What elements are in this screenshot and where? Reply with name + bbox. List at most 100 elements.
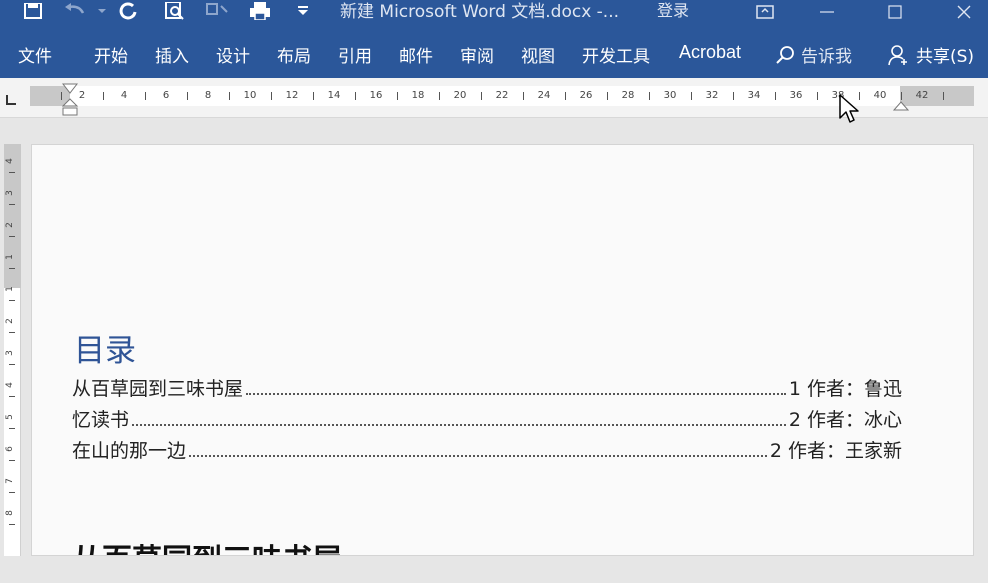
vertical-ruler-label: 1 [4, 254, 15, 260]
tab-stop-selector-icon[interactable] [4, 92, 18, 106]
toc-entry-page: 2 作者：冰心 [788, 409, 902, 431]
tab-file[interactable]: 文件 [18, 42, 52, 67]
toc-entry-page: 2 作者：王家新 [769, 440, 902, 462]
ruler-label: 4 [120, 90, 128, 101]
ruler-tick [103, 92, 104, 100]
right-indent-marker[interactable] [892, 98, 910, 117]
vertical-ruler-label: 4 [4, 158, 15, 164]
save-icon[interactable] [22, 0, 44, 22]
ruler-tick [817, 92, 818, 100]
vertical-ruler-tick [9, 460, 15, 461]
ruler-tick [187, 92, 188, 100]
vertical-ruler-tick [9, 300, 15, 301]
ruler-label: 14 [327, 90, 341, 101]
toc-heading: 目录 [74, 333, 136, 369]
ruler-label: 12 [285, 90, 299, 101]
ruler-label: 2 [78, 90, 86, 101]
ruler-label: 24 [537, 90, 551, 101]
minimize-icon[interactable] [804, 0, 850, 24]
printer-icon[interactable] [246, 0, 274, 22]
hanging-indent-marker[interactable] [61, 98, 79, 120]
document-title: 新建 Microsoft Word 文档.docx -... [340, 2, 620, 22]
touch-mode-icon[interactable] [204, 0, 232, 22]
tab-review[interactable]: 审阅 [460, 42, 494, 67]
customize-icon[interactable] [294, 0, 312, 22]
ribbon-tab-bar: 文件 开始 插入 设计 布局 引用 邮件 审阅 视图 开发工具 Acrobat … [0, 30, 988, 78]
tab-acrobat[interactable]: Acrobat [679, 42, 741, 63]
first-line-indent-marker[interactable] [61, 80, 79, 99]
tab-mailings[interactable]: 邮件 [399, 42, 433, 67]
share-label: 共享(S) [916, 47, 975, 67]
vertical-ruler-tick [9, 524, 15, 525]
tab-developer[interactable]: 开发工具 [582, 42, 650, 67]
tell-me-label: 告诉我 [801, 47, 852, 67]
vertical-ruler-tick [9, 396, 15, 397]
ruler-tick [523, 92, 524, 100]
ruler-tick [607, 92, 608, 100]
vertical-ruler-label: 2 [4, 222, 15, 228]
vertical-ruler-tick [9, 204, 15, 205]
ruler-label: 30 [663, 90, 677, 101]
vertical-ruler-label: 2 [4, 318, 15, 324]
vertical-ruler-label: 4 [4, 382, 15, 388]
toc-entry[interactable]: 在山的那一边 2 作者：王家新 [72, 437, 902, 463]
ruler-label: 22 [495, 90, 509, 101]
first-section-heading: 从百草园到三味书屋 [72, 535, 342, 555]
ruler-label: 40 [873, 90, 887, 101]
undo-dropdown-icon[interactable] [95, 0, 109, 22]
tab-insert[interactable]: 插入 [155, 42, 189, 67]
toc-entry[interactable]: 忆读书 2 作者：冰心 [72, 406, 902, 432]
document-page[interactable]: 目录 从百草园到三味书屋 1 作者：鲁迅 忆读书 2 作者：冰心 在山的那一边 … [31, 144, 974, 556]
vertical-ruler[interactable]: 4 3 2 1 1 2 3 4 5 6 7 8 [4, 144, 21, 556]
toc-leader-dots [189, 455, 767, 457]
toc-leader-dots [246, 393, 786, 395]
vertical-ruler-label: 6 [4, 446, 15, 452]
tab-home[interactable]: 开始 [94, 42, 128, 67]
close-icon[interactable] [941, 0, 987, 24]
ruler-tick [649, 92, 650, 100]
toc-entry-title: 从百草园到三味书屋 [72, 378, 244, 400]
horizontal-ruler[interactable]: 2 4 6 8 10 12 14 16 18 20 22 24 26 28 30 32 34 36 38 40 42 [30, 86, 974, 106]
ribbon-display-options-icon[interactable] [742, 0, 788, 24]
share-button[interactable]: 共享(S) [888, 42, 974, 67]
ruler-ticks: 2 4 6 8 10 12 14 16 18 20 22 24 26 28 30 32 34 36 38 40 42 [30, 86, 974, 106]
tell-me-search[interactable]: 告诉我 [775, 42, 852, 67]
ruler-label: 32 [705, 90, 719, 101]
tab-design[interactable]: 设计 [216, 42, 250, 67]
vertical-ruler-tick [9, 236, 15, 237]
ruler-label: 20 [453, 90, 467, 101]
tab-view[interactable]: 视图 [521, 42, 555, 67]
add-person-icon [888, 44, 907, 65]
vertical-ruler-label: 8 [4, 510, 15, 516]
print-preview-icon[interactable] [162, 0, 188, 22]
vertical-ruler-tick [9, 428, 15, 429]
toc-entry[interactable]: 从百草园到三味书屋 1 作者：鲁迅 [72, 375, 902, 401]
vertical-ruler-label: 7 [4, 478, 15, 484]
toc-entry-page: 1 作者：鲁迅 [788, 378, 902, 400]
undo-icon[interactable] [62, 0, 88, 22]
redo-icon[interactable] [118, 0, 140, 22]
ruler-label: 26 [579, 90, 593, 101]
ruler-tick [481, 92, 482, 100]
vertical-ruler-label: 3 [4, 190, 15, 196]
ruler-tick [397, 92, 398, 100]
tab-layout[interactable]: 布局 [277, 42, 311, 67]
right-gutter [974, 118, 988, 556]
vertical-ruler-top-margin [4, 144, 21, 288]
login-link[interactable]: 登录 [657, 0, 689, 21]
ruler-tick [439, 92, 440, 100]
ruler-label: 28 [621, 90, 635, 101]
search-icon [776, 45, 794, 64]
vertical-ruler-label: 5 [4, 414, 15, 420]
ruler-tick [775, 92, 776, 100]
ruler-tick [691, 92, 692, 100]
tab-references[interactable]: 引用 [338, 42, 372, 67]
vertical-ruler-tick [9, 364, 15, 365]
maximize-icon[interactable] [872, 0, 918, 24]
ruler-tick [229, 92, 230, 100]
vertical-ruler-label: 3 [4, 350, 15, 356]
ruler-label: 34 [747, 90, 761, 101]
bottom-strip [0, 556, 988, 583]
ruler-tick [355, 92, 356, 100]
vertical-ruler-tick [9, 492, 15, 493]
